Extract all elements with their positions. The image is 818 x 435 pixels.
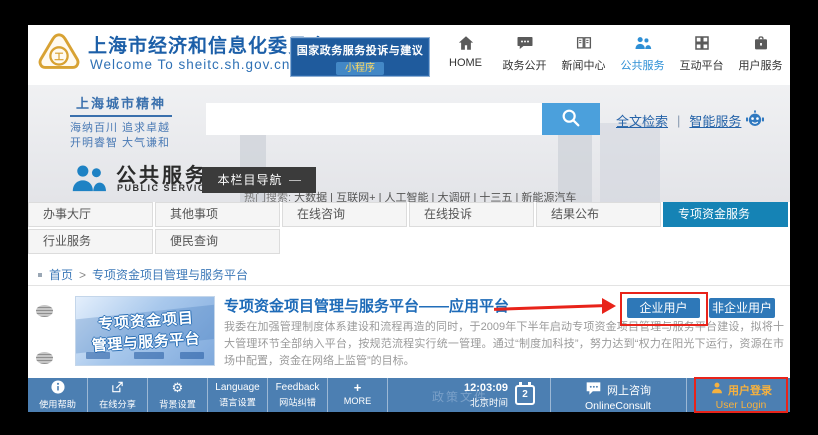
public-service-people-icon <box>70 161 108 200</box>
share-icon <box>88 380 147 395</box>
login-label-cn: 用户登录 <box>728 382 772 398</box>
city-spirit-line1: 海纳百川 追求卓越 <box>70 121 172 136</box>
info-icon <box>28 380 87 395</box>
mini-program-button[interactable]: 小程序 <box>336 62 384 75</box>
search-input[interactable] <box>206 103 542 135</box>
side-float-button[interactable] <box>36 352 53 364</box>
tab-convenience-query[interactable]: 便民查询 <box>155 229 280 254</box>
nav-item-user-service[interactable]: 用户服务 <box>731 34 790 73</box>
gov-complaint-banner[interactable]: 国家政务服务投诉与建议 小程序 <box>290 37 430 77</box>
breadcrumb-home-link[interactable]: 首页 <box>49 266 73 283</box>
svg-text:工: 工 <box>54 52 64 63</box>
platform-title: 专项资金项目管理与服务平台——应用平台 <box>224 295 509 316</box>
tab-online-consult[interactable]: 在线咨询 <box>282 202 407 227</box>
robot-icon <box>745 110 765 131</box>
speech-bubble-icon <box>495 34 554 54</box>
calendar-icon[interactable]: 2 <box>515 385 535 405</box>
breadcrumb: 首页 > 专项资金项目管理与服务平台 <box>38 266 248 283</box>
section-title-en: PUBLIC SERVICE <box>117 183 213 193</box>
user-login-button[interactable]: 用户登录 User Login <box>694 381 788 411</box>
search-icon <box>560 107 582 132</box>
hot-search-keywords[interactable]: 大数据 | 互联网+ | 人工智能 | 大调研 | 十三五 | 新能源汽车 <box>294 192 576 202</box>
search-button[interactable] <box>542 103 600 135</box>
user-icon <box>710 381 724 398</box>
search-band: 上海城市精神 海纳百川 追求卓越 开明睿智 大气谦和 全文检索 | 智能服务 热… <box>28 85 790 202</box>
side-float-button[interactable] <box>36 305 53 317</box>
sheitc-logo-icon: 工 <box>36 31 82 82</box>
toolbar-share[interactable]: 在线分享 <box>88 378 148 412</box>
annotation-arrow <box>494 304 604 311</box>
tab-other-matters[interactable]: 其他事项 <box>155 202 280 227</box>
briefcase-icon <box>731 34 790 54</box>
consult-label-cn: 网上咨询 <box>607 382 651 398</box>
nav-item-home[interactable]: HOME <box>436 34 495 73</box>
toolbar-help[interactable]: 使用帮助 <box>28 378 88 412</box>
plus-icon: + <box>328 380 387 395</box>
enterprise-user-button[interactable]: 企业用户 <box>627 298 700 318</box>
site-subtitle: Welcome To sheitc.sh.gov.cn <box>90 57 290 72</box>
grid-icon <box>672 34 731 54</box>
login-label-en: User Login <box>694 399 788 411</box>
online-consult-button[interactable]: 网上咨询 OnlineConsult <box>556 381 680 412</box>
toolbar-more[interactable]: + MORE <box>328 378 388 412</box>
toolbar-language[interactable]: Language 语言设置 <box>208 378 268 412</box>
section-nav-button[interactable]: 本栏目导航 <box>202 167 316 193</box>
city-spirit-block: 上海城市精神 海纳百川 追求卓越 开明睿智 大气谦和 <box>70 93 172 151</box>
tab-special-funds[interactable]: 专项资金服务 <box>663 202 788 227</box>
full-text-search-link[interactable]: 全文检索 <box>616 111 668 130</box>
platform-content: 专项资金项目 管理与服务平台 专项资金项目管理与服务平台——应用平台 我委在加强… <box>28 285 790 379</box>
bullet-icon <box>38 273 42 277</box>
tab-online-complaint[interactable]: 在线投诉 <box>409 202 534 227</box>
nav-item-interactive[interactable]: 互动平台 <box>672 34 731 73</box>
service-tabs: 办事大厅 其他事项 在线咨询 在线投诉 结果公布 专项资金服务 行业服务 便民查… <box>28 202 790 256</box>
hot-search-label: 热门搜索: <box>244 192 291 202</box>
gov-complaint-banner-title: 国家政务服务投诉与建议 <box>291 42 429 58</box>
header: 工 上海市经济和信息化委员会 Welcome To sheitc.sh.gov.… <box>28 25 790 85</box>
city-spirit-title: 上海城市精神 <box>70 93 172 117</box>
tab-service-hall[interactable]: 办事大厅 <box>28 202 153 227</box>
dash-icon <box>289 180 301 181</box>
tab-industry-service[interactable]: 行业服务 <box>28 229 153 254</box>
clock-time: 12:03:09 <box>420 382 508 394</box>
gear-icon: ⚙ <box>148 380 207 395</box>
toolbar-background-settings[interactable]: ⚙ 背景设置 <box>148 378 208 412</box>
home-icon <box>436 34 495 54</box>
non-enterprise-user-button[interactable]: 非企业用户 <box>709 298 775 318</box>
breadcrumb-current[interactable]: 专项资金项目管理与服务平台 <box>92 266 248 283</box>
city-spirit-line2: 开明睿智 大气谦和 <box>70 136 172 151</box>
people-icon <box>613 34 672 54</box>
building-silhouette <box>600 123 660 202</box>
top-nav: HOME 政务公开 新闻中心 公共服务 <box>436 34 790 73</box>
nav-item-public-service[interactable]: 公共服务 <box>613 34 672 73</box>
link-separator: | <box>677 113 680 128</box>
clock-timezone: 北京时间 <box>420 395 508 409</box>
consult-label-en: OnlineConsult <box>556 400 680 412</box>
clock-block: 12:03:09 北京时间 <box>420 382 508 409</box>
toolbar-feedback[interactable]: Feedback 网站纠错 <box>268 378 328 412</box>
annotation-arrow-head <box>602 298 616 314</box>
platform-description: 我委在加强管理制度体系建设和流程再造的同时，于2009年下半年启动专项资金项目管… <box>224 319 784 370</box>
platform-banner-image[interactable]: 专项资金项目 管理与服务平台 <box>75 296 215 366</box>
tab-results[interactable]: 结果公布 <box>536 202 661 227</box>
smart-service-link[interactable]: 智能服务 <box>689 111 741 130</box>
page-frame: 工 上海市经济和信息化委员会 Welcome To sheitc.sh.gov.… <box>28 25 790 412</box>
nav-item-news[interactable]: 新闻中心 <box>554 34 613 73</box>
nav-item-gov-affairs[interactable]: 政务公开 <box>495 34 554 73</box>
bottom-toolbar: 使用帮助 在线分享 ⚙ 背景设置 Language 语言设置 Feedback … <box>28 378 790 412</box>
consult-bubble-icon <box>585 381 602 399</box>
open-book-icon <box>554 34 613 54</box>
